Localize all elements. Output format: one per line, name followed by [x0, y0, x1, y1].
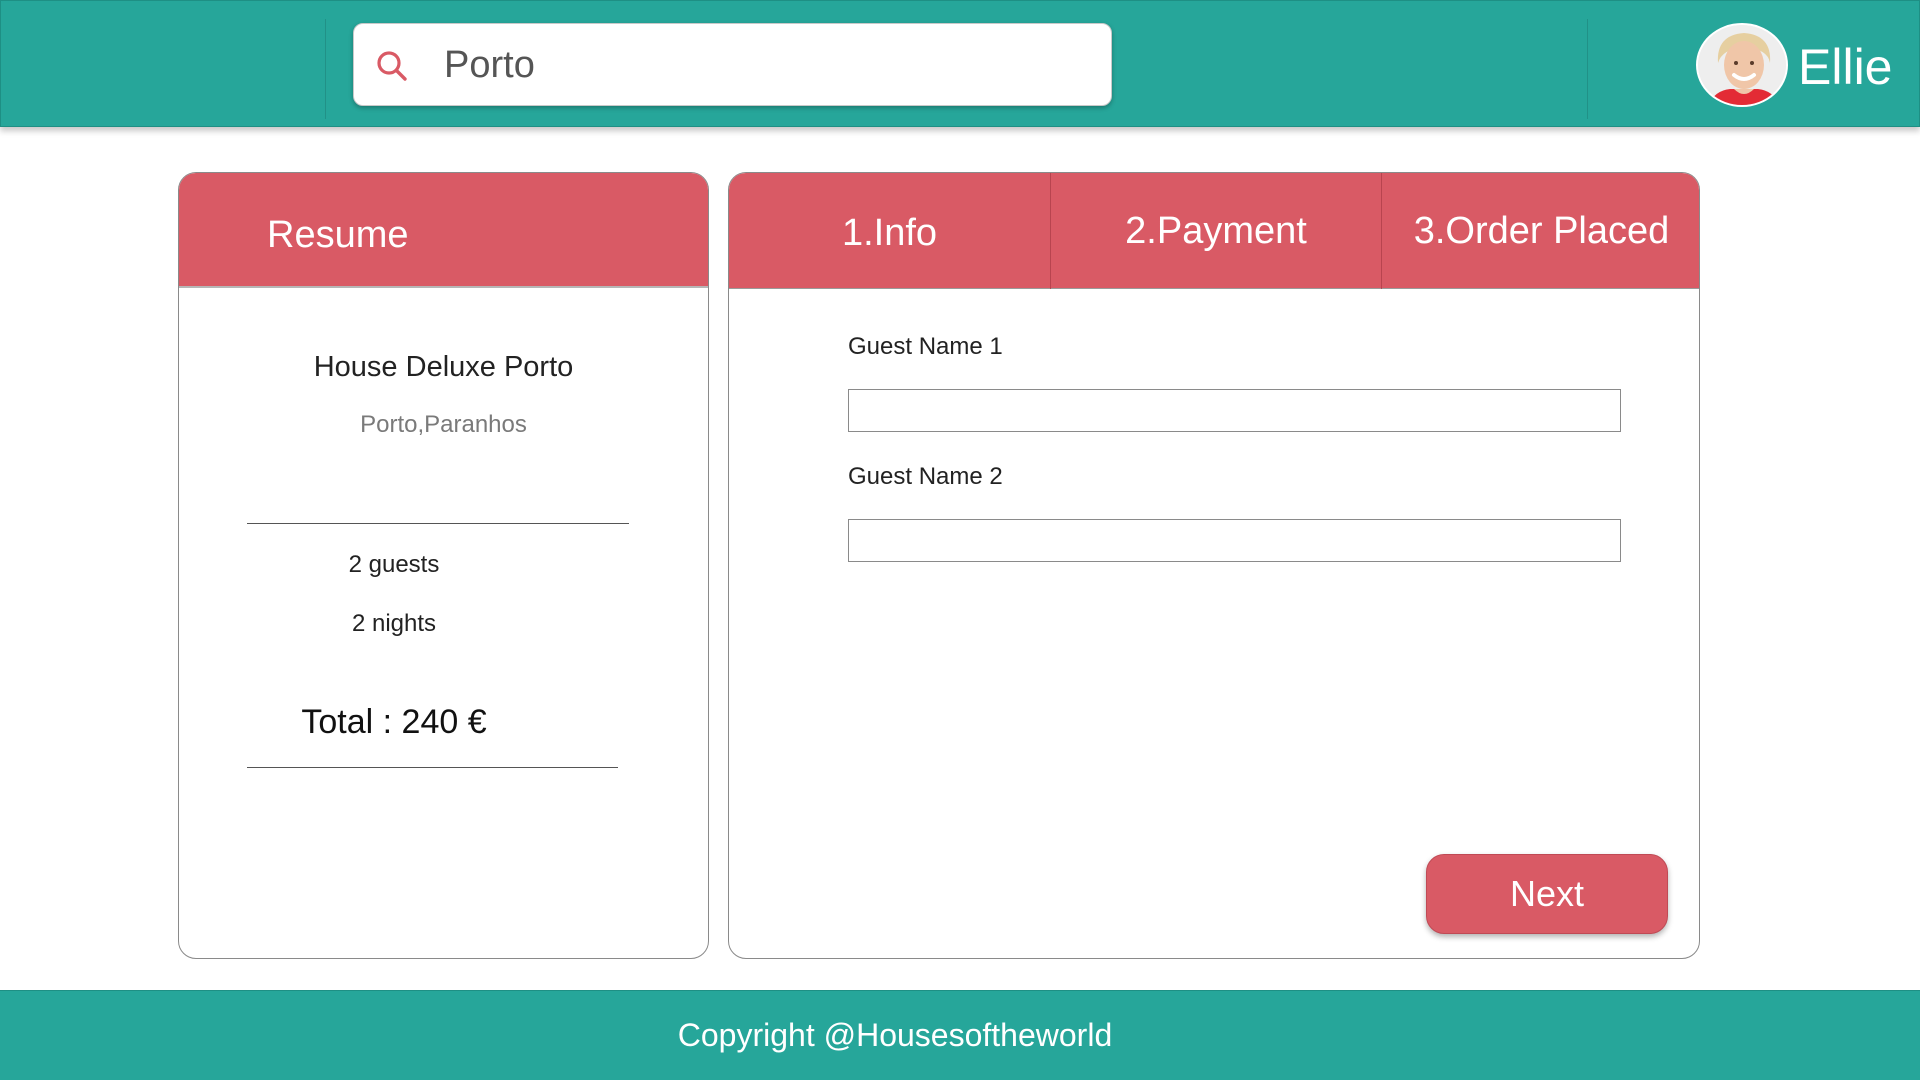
user-name[interactable]: Ellie: [1798, 39, 1892, 95]
search-input[interactable]: [444, 38, 1084, 92]
search-icon[interactable]: [374, 48, 410, 84]
next-button[interactable]: Next: [1426, 854, 1668, 934]
guest-name-1-label: Guest Name 1: [848, 333, 1003, 360]
tab-payment[interactable]: 2.Payment: [1051, 173, 1382, 289]
resume-panel: Resume House Deluxe Porto Porto,Paranhos…: [178, 172, 709, 959]
avatar-portrait-icon: [1698, 25, 1786, 105]
booking-panel: 1.Info 2.Payment 3.Order Placed Guest Na…: [728, 172, 1700, 959]
property-name: House Deluxe Porto: [313, 351, 574, 383]
resume-divider-bottom: [247, 767, 618, 768]
user-avatar[interactable]: [1696, 23, 1788, 107]
footer: Copyright @Housesoftheworld: [0, 990, 1920, 1080]
guest-name-2-label: Guest Name 2: [848, 463, 1003, 490]
guest-name-2-field[interactable]: [848, 519, 1621, 562]
nights-count: 2 nights: [351, 610, 437, 637]
search-bar[interactable]: [353, 23, 1112, 106]
property-location: Porto,Paranhos: [360, 411, 527, 438]
guest-name-1-field[interactable]: [848, 389, 1621, 432]
header-divider-left: [325, 19, 326, 119]
resume-header: Resume: [179, 173, 708, 288]
total-price: Total : 240 €: [301, 703, 487, 741]
resume-divider-top: [247, 523, 629, 524]
tab-order-placed[interactable]: 3.Order Placed: [1382, 173, 1699, 289]
guests-count: 2 guests: [348, 551, 440, 578]
copyright-text: Copyright @Housesoftheworld: [677, 1017, 1113, 1053]
tab-info[interactable]: 1.Info: [729, 173, 1051, 289]
checkout-steps: 1.Info 2.Payment 3.Order Placed: [729, 173, 1699, 289]
resume-title: Resume: [267, 214, 409, 256]
top-bar: Ellie: [0, 0, 1920, 127]
header-divider-right: [1587, 19, 1588, 119]
